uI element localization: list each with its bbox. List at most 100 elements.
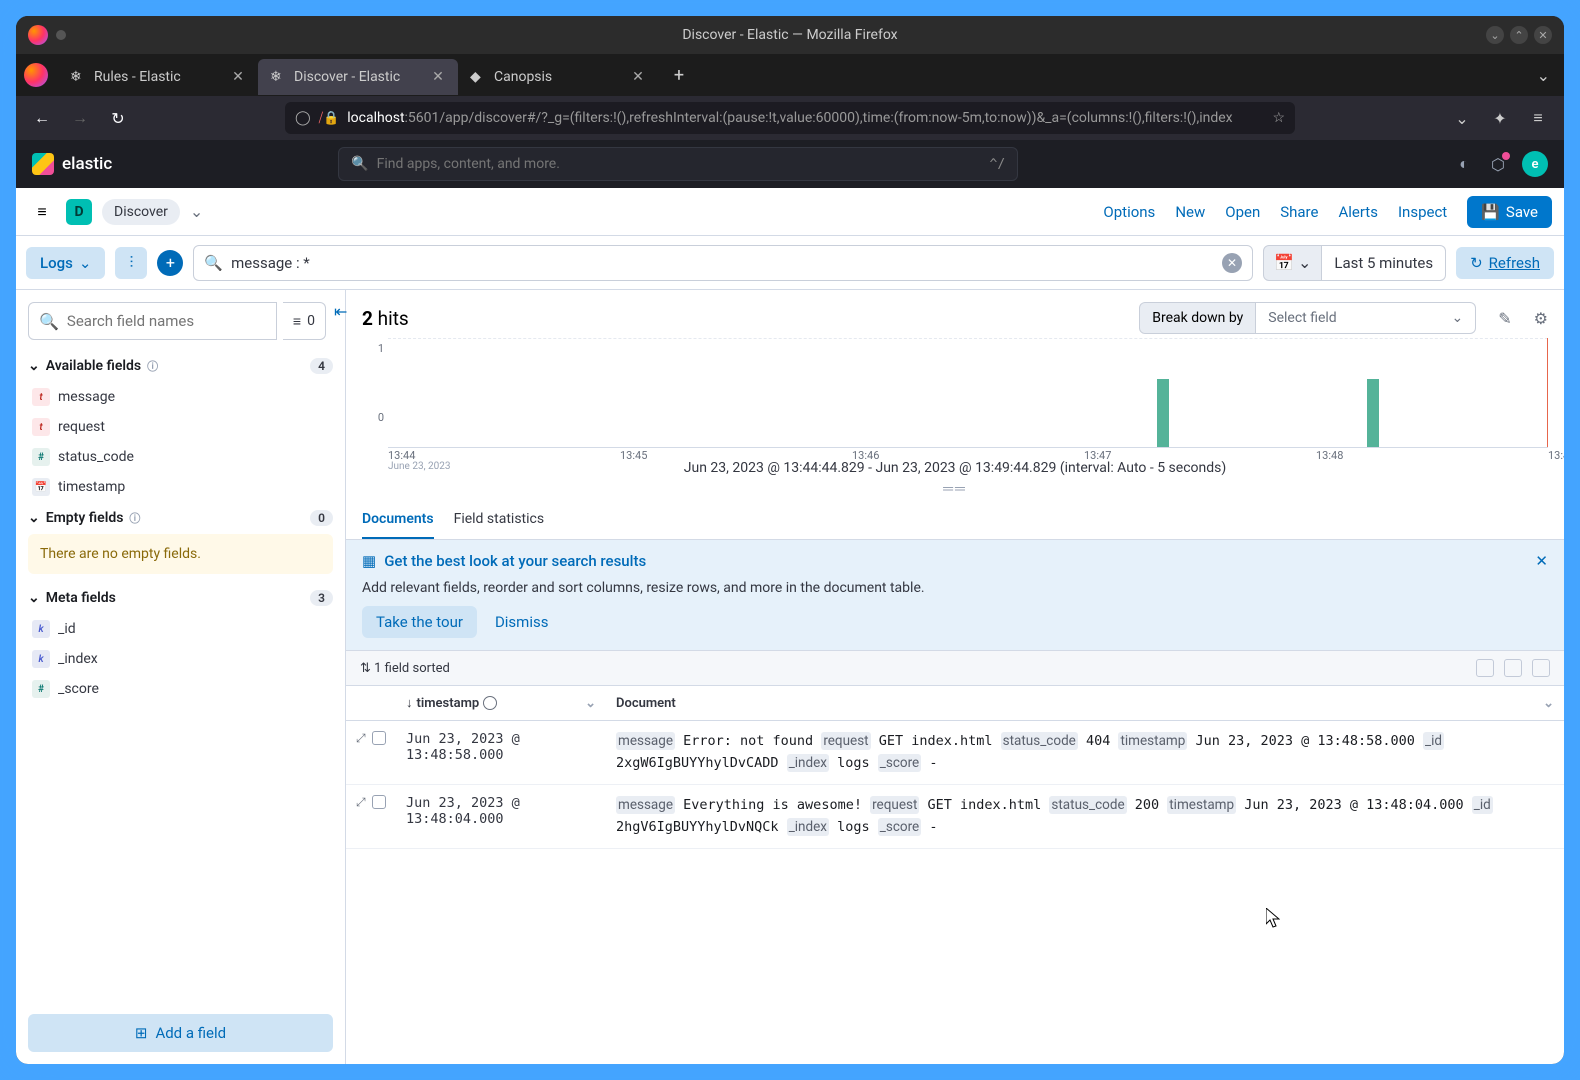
field-filter-button[interactable]: ≡ 0	[283, 302, 326, 340]
breadcrumb-pill[interactable]: Discover	[102, 199, 180, 225]
help-icon[interactable]: ◐	[1454, 154, 1474, 174]
app-badge: D	[66, 199, 92, 225]
kql-input[interactable]: 🔍 message : * ✕	[193, 245, 1253, 281]
chevron-down-icon[interactable]: ⌄	[190, 202, 203, 221]
global-search[interactable]: 🔍 ^/	[338, 147, 1018, 181]
filter-button[interactable]: ⫶	[115, 247, 147, 279]
tabs-dropdown-button[interactable]: ⌄	[1537, 66, 1564, 85]
browser-tab[interactable]: ◆ Canopsis ✕	[458, 59, 658, 95]
user-avatar[interactable]: e	[1522, 151, 1548, 177]
edit-visualization-button[interactable]: ✎	[1498, 309, 1511, 328]
field-item[interactable]: k_index	[28, 644, 333, 674]
histogram-chart[interactable]: 1 0 13:4413:4513:4613:4713:4813:49June 2…	[362, 338, 1548, 448]
section-label: Empty fields	[46, 510, 124, 526]
browser-tab[interactable]: ❄ Rules - Elastic ✕	[58, 59, 258, 95]
insecure-lock-icon: ⧸🔒	[319, 111, 340, 126]
dismiss-callout-button[interactable]: Dismiss	[495, 613, 549, 631]
save-button[interactable]: 💾 Save	[1467, 196, 1552, 228]
chevron-down-icon[interactable]: ⌄	[585, 696, 596, 711]
options-link[interactable]: Options	[1103, 203, 1155, 221]
window-dot-icon	[56, 30, 66, 40]
x-tick: 13:49	[1548, 449, 1564, 462]
date-picker-button[interactable]: 📅 ⌄	[1263, 245, 1322, 281]
close-callout-button[interactable]: ✕	[1535, 552, 1548, 570]
field-search-input[interactable]	[67, 312, 266, 330]
empty-fields-header[interactable]: ⌄ Empty fields ⓘ 0	[28, 502, 333, 534]
maximize-button[interactable]: ⌃	[1510, 26, 1528, 44]
bookmark-star-icon[interactable]: ☆	[1272, 110, 1285, 126]
available-fields-header[interactable]: ⌄ Available fields ⓘ 4	[28, 350, 333, 382]
news-icon[interactable]: ⬡	[1488, 154, 1508, 174]
clear-query-button[interactable]: ✕	[1222, 253, 1242, 273]
open-link[interactable]: Open	[1225, 203, 1260, 221]
filter-icon: ≡	[293, 313, 301, 330]
reload-button[interactable]: ↻	[104, 104, 132, 132]
refresh-button[interactable]: ↻ Refresh	[1456, 247, 1554, 279]
tab-documents[interactable]: Documents	[362, 501, 434, 539]
chart-plot-area[interactable]: 13:4413:4513:4613:4713:4813:49June 23, 2…	[388, 338, 1548, 448]
extensions-icon[interactable]: ✦	[1486, 104, 1514, 132]
field-item[interactable]: trequest	[28, 412, 333, 442]
chevron-down-icon: ⌄	[1452, 310, 1464, 326]
field-item[interactable]: #status_code	[28, 442, 333, 472]
column-timestamp[interactable]: ↓ timestamp ⌄	[396, 686, 606, 720]
column-document[interactable]: Document ⌄	[606, 686, 1564, 720]
resize-handle[interactable]: ══	[346, 480, 1564, 501]
sort-status[interactable]: 1 field sorted	[374, 661, 450, 676]
row-checkbox[interactable]	[372, 731, 386, 745]
time-range-label[interactable]: Last 5 minutes	[1322, 245, 1446, 281]
browser-tab[interactable]: ❄ Discover - Elastic ✕	[258, 59, 458, 95]
table-row[interactable]: ⤢ Jun 23, 2023 @ 13:48:58.000 message Er…	[346, 721, 1564, 785]
field-item[interactable]: k_id	[28, 614, 333, 644]
histogram-bar[interactable]	[1367, 379, 1379, 447]
chart-settings-button[interactable]: ⚙	[1534, 309, 1548, 328]
close-tab-button[interactable]: ✕	[430, 69, 446, 85]
table-header-row: ↓ timestamp ⌄ Document ⌄	[346, 686, 1564, 721]
back-button[interactable]: ←	[28, 104, 56, 132]
close-window-button[interactable]: ✕	[1534, 26, 1552, 44]
field-search-input-wrapper[interactable]: 🔍	[28, 302, 277, 340]
field-item[interactable]: #_score	[28, 674, 333, 704]
new-tab-button[interactable]: +	[664, 60, 694, 90]
nav-toggle-button[interactable]: ≡	[28, 198, 56, 226]
url-bar[interactable]: ◯ ⧸🔒 localhost:5601/app/discover#/?_g=(f…	[285, 102, 1295, 134]
close-tab-button[interactable]: ✕	[630, 69, 646, 85]
alerts-link[interactable]: Alerts	[1338, 203, 1378, 221]
now-marker	[1547, 338, 1548, 447]
x-tick: 13:45	[620, 449, 647, 462]
sort-icon: ⇅	[360, 661, 371, 676]
density-button[interactable]	[1504, 659, 1522, 677]
field-item[interactable]: 📅timestamp	[28, 472, 333, 502]
close-tab-button[interactable]: ✕	[230, 69, 246, 85]
chevron-down-icon[interactable]: ⌄	[1543, 696, 1554, 711]
field-item[interactable]: tmessage	[28, 382, 333, 412]
add-field-button[interactable]: ⊞ Add a field	[28, 1014, 333, 1052]
histogram-bar[interactable]	[1157, 379, 1169, 447]
meta-fields-header[interactable]: ⌄ Meta fields 3	[28, 582, 333, 614]
section-label: Meta fields	[46, 590, 116, 606]
take-tour-button[interactable]: Take the tour	[362, 606, 477, 638]
share-link[interactable]: Share	[1280, 203, 1318, 221]
pocket-icon[interactable]: ⌄	[1448, 104, 1476, 132]
tab-field-statistics[interactable]: Field statistics	[454, 501, 545, 539]
row-checkbox[interactable]	[372, 795, 386, 809]
fullscreen-button[interactable]	[1532, 659, 1550, 677]
inspect-link[interactable]: Inspect	[1398, 203, 1447, 221]
display-options-button[interactable]	[1476, 659, 1494, 677]
x-axis-date: June 23, 2023	[388, 461, 451, 472]
field-name: message	[58, 389, 115, 405]
elastic-logo[interactable]: elastic	[32, 153, 112, 175]
expand-row-button[interactable]: ⤢	[356, 795, 366, 810]
expand-row-button[interactable]: ⤢	[356, 731, 366, 746]
table-row[interactable]: ⤢ Jun 23, 2023 @ 13:48:04.000 message Ev…	[346, 785, 1564, 849]
x-tick: 13:48	[1316, 449, 1343, 462]
breakdown-select[interactable]: Select field ⌄	[1256, 302, 1476, 334]
dataview-selector[interactable]: Logs ⌄	[26, 247, 105, 279]
forward-button[interactable]: →	[66, 104, 94, 132]
global-search-input[interactable]	[377, 156, 982, 172]
add-filter-button[interactable]: +	[157, 250, 183, 276]
minimize-button[interactable]: ⌄	[1486, 26, 1504, 44]
new-link[interactable]: New	[1175, 203, 1205, 221]
menu-button[interactable]: ≡	[1524, 104, 1552, 132]
tab-label: Discover - Elastic	[294, 69, 400, 85]
